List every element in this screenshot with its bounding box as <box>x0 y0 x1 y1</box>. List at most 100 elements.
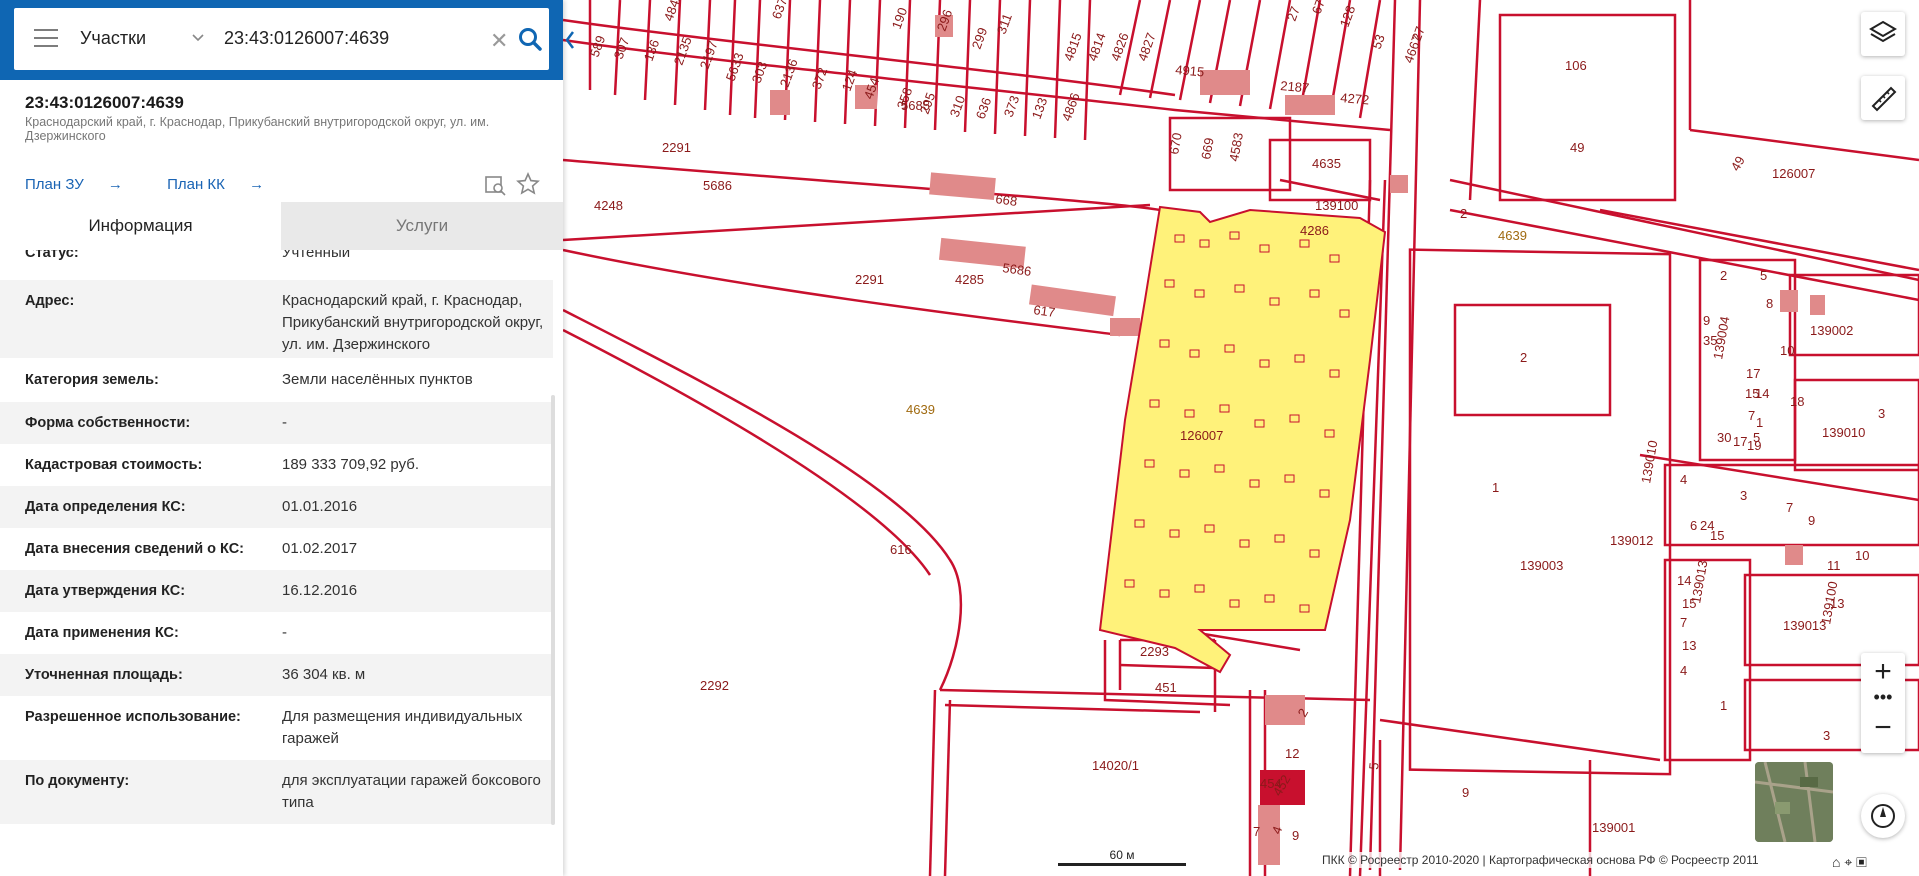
layers-icon <box>1869 20 1897 43</box>
parcel-label: 2293 <box>1140 644 1169 659</box>
tab-services[interactable]: Услуги <box>281 202 563 250</box>
home-icon[interactable]: ⌂ <box>1832 854 1840 870</box>
parcel-label: 139002 <box>1810 323 1853 338</box>
clear-icon[interactable]: ✕ <box>490 28 508 54</box>
parcel-label: 126007 <box>1772 166 1815 181</box>
parcel-label: 7 <box>1253 824 1260 839</box>
parcel-label: 35 <box>1703 333 1717 348</box>
row-value: Земли населённых пунктов <box>282 371 473 388</box>
parcel-label: 3 <box>1878 406 1885 421</box>
row-value: Учтенный <box>282 250 351 261</box>
more-icon[interactable]: ••• <box>1861 687 1905 708</box>
row-key: По документу: <box>25 773 130 789</box>
row-value: 16.12.2016 <box>282 582 358 599</box>
parcel-label: 4 <box>1680 663 1687 678</box>
row-key: Статус: <box>25 250 79 261</box>
row-value: 01.02.2017 <box>282 540 358 557</box>
parcel-label: 4272 <box>1340 90 1370 107</box>
object-address: Краснодарский край, г. Краснодар, Прикуб… <box>25 115 490 143</box>
category-select[interactable]: Участки <box>80 28 146 49</box>
parcel-label: 10 <box>1855 548 1869 563</box>
scrollbar[interactable] <box>551 395 555 825</box>
search-box: Участки 23:43:0126007:4639 ✕ <box>14 8 549 70</box>
parcel-label: 4639 <box>906 402 935 417</box>
parcel-label: 13 <box>1682 638 1696 653</box>
parcel-label: 4286 <box>1300 223 1329 238</box>
parcel-label: 2291 <box>662 140 691 155</box>
info-list: Статус: Учтенный Адрес: Краснодарский край… <box>0 250 563 876</box>
row-key: Дата определения КС: <box>25 499 186 515</box>
parcel-label: 17 <box>1733 434 1747 449</box>
parcel-label: 3 <box>1823 728 1830 743</box>
row-value: 189 333 709,92 руб. <box>282 456 420 473</box>
row-value: 01.01.2016 <box>282 498 358 515</box>
collapse-panel-icon[interactable] <box>563 28 577 52</box>
tab-info[interactable]: Информация <box>0 202 281 250</box>
parcel-label: 4639 <box>1498 228 1527 243</box>
plan-kk-link[interactable]: План КК → <box>167 176 284 193</box>
fullscreen-icon[interactable]: ▣ <box>1856 854 1867 870</box>
parcel-label: 4248 <box>594 198 623 213</box>
parcel-label: 5 <box>1760 268 1767 283</box>
parcel-label: 7 <box>1748 408 1755 423</box>
parcel-label: 49 <box>1570 140 1584 155</box>
row-permitted-use: Разрешенное использование: Для размещения… <box>0 696 553 760</box>
parcel-label: 139100 <box>1315 198 1358 213</box>
ruler-icon <box>1871 86 1897 112</box>
arrow-right-icon: → <box>107 176 123 193</box>
compass-icon <box>1871 804 1895 828</box>
scale-bar: 60 м <box>1058 848 1186 866</box>
copyright-text: ПКК © Росреестр 2010-2020 | Картографиче… <box>1318 852 1763 868</box>
parcel-label: 8 <box>1766 296 1773 311</box>
parcel-label: 13 <box>1830 596 1844 611</box>
star-icon[interactable] <box>516 172 540 196</box>
menu-icon[interactable] <box>34 29 58 49</box>
bottom-icons: ⌂ ⌖ ▣ <box>1832 854 1867 871</box>
plan-kk-label: План КК <box>167 176 225 193</box>
parcel-label: 4635 <box>1312 156 1341 171</box>
tab-bar: Информация Услуги <box>0 202 563 250</box>
plan-links: План ЗУ → План КК → <box>25 176 304 193</box>
parcel-label: 9 <box>1292 828 1299 843</box>
parcel-label: 19 <box>1747 438 1761 453</box>
search-input[interactable]: 23:43:0126007:4639 <box>224 28 389 49</box>
satellite-basemap-thumbnail[interactable] <box>1755 762 1833 842</box>
map-search-icon[interactable] <box>484 174 506 196</box>
scale-line <box>1058 863 1186 866</box>
compass-button[interactable] <box>1861 794 1905 838</box>
zoom-controls: + ••• − <box>1861 653 1905 753</box>
plan-zu-link[interactable]: План ЗУ → <box>25 176 143 193</box>
parcel-label: 2 <box>1520 350 1527 365</box>
parcel-label: 5685 <box>901 98 930 113</box>
row-area: Уточненная площадь: 36 304 кв. м <box>0 654 553 696</box>
search-icon[interactable] <box>517 26 543 52</box>
parcel-label: 30 <box>1717 430 1731 445</box>
zoom-out-button[interactable]: − <box>1861 711 1905 745</box>
parcel-label: 617 <box>1033 302 1057 320</box>
parcel-label: 2187 <box>1280 78 1310 95</box>
crosshair-icon[interactable]: ⌖ <box>1844 854 1852 870</box>
parcel-label: 9 <box>1808 513 1815 528</box>
row-application-date: Дата применения КС: - <box>0 612 553 654</box>
parcel-label: 6 <box>1690 518 1697 533</box>
parcel-label: 7 <box>1786 500 1793 515</box>
parcel-label: 2 <box>1720 268 1727 283</box>
row-approval-date: Дата утверждения КС: 16.12.2016 <box>0 570 553 612</box>
layers-button[interactable] <box>1861 12 1905 56</box>
row-key: Уточненная площадь: <box>25 667 183 683</box>
row-value: 36 304 кв. м <box>282 666 366 683</box>
parcel-label: 7 <box>1680 615 1687 630</box>
row-key: Дата внесения сведений о КС: <box>25 541 245 557</box>
ruler-button[interactable] <box>1861 76 1905 120</box>
row-key: Адрес: <box>25 293 75 309</box>
parcel-label: 3 <box>1740 488 1747 503</box>
parcel-label: 14 <box>1677 573 1691 588</box>
row-entry-date: Дата внесения сведений о КС: 01.02.2017 <box>0 528 553 570</box>
row-value: Для размещения индивидуальных гаражей <box>282 708 523 747</box>
arrow-right-icon: → <box>249 176 265 193</box>
parcel-label: 126007 <box>1180 428 1223 443</box>
row-key: Разрешенное использование: <box>25 709 241 725</box>
parcel-label: 14 <box>1755 386 1769 401</box>
chevron-down-icon[interactable] <box>192 32 204 44</box>
zoom-in-button[interactable]: + <box>1861 655 1905 689</box>
